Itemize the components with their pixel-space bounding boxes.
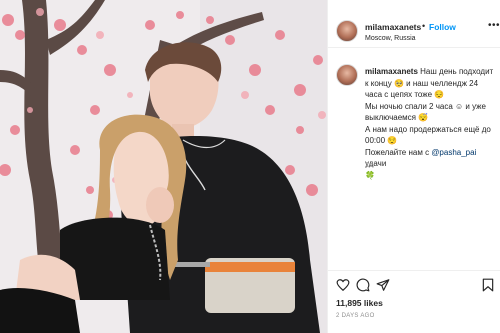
caption-line-3: А нам надо продержаться ещё до 00:00 😌 bbox=[365, 124, 491, 146]
bookmark-icon[interactable] bbox=[482, 278, 494, 292]
avatar[interactable] bbox=[336, 20, 358, 42]
action-bar: 11,895 likes 2 DAYS AGO bbox=[328, 270, 500, 333]
photo-illustration bbox=[0, 0, 327, 333]
mention-link[interactable]: @pasha_pai bbox=[431, 148, 476, 157]
post-timestamp: 2 DAYS AGO bbox=[336, 313, 375, 319]
caption-area: milamaxanets Наш день подходит к концу 🥺… bbox=[328, 48, 500, 270]
location-link[interactable]: Moscow, Russia bbox=[365, 35, 416, 42]
caption-text: milamaxanets Наш день подходит к концу 🥺… bbox=[365, 66, 497, 181]
paper-plane-icon[interactable] bbox=[376, 278, 390, 292]
more-horizontal-icon[interactable]: ••• bbox=[488, 20, 500, 31]
caption-username[interactable]: milamaxanets bbox=[365, 67, 418, 76]
caption-line-2: Мы ночью спали 2 часа ☺ и уже выключаемс… bbox=[365, 101, 486, 123]
post-sidebar: milamaxanets • Follow Moscow, Russia •••… bbox=[327, 0, 500, 333]
likes-count[interactable]: 11,895 likes bbox=[336, 298, 383, 308]
comment-icon[interactable] bbox=[356, 278, 370, 292]
heart-icon[interactable] bbox=[336, 278, 350, 292]
post-header: milamaxanets • Follow Moscow, Russia ••• bbox=[328, 0, 500, 48]
caption-line-4-prefix: Пожелайте нам с bbox=[365, 147, 430, 157]
separator-dot: • bbox=[422, 21, 426, 31]
caption-line-5: 🍀 bbox=[365, 170, 375, 180]
follow-button[interactable]: Follow bbox=[429, 22, 456, 32]
username-link[interactable]: milamaxanets bbox=[365, 22, 421, 32]
post-photo[interactable] bbox=[0, 0, 327, 333]
caption-time: 2d bbox=[365, 162, 373, 169]
caption-avatar[interactable] bbox=[336, 64, 358, 86]
